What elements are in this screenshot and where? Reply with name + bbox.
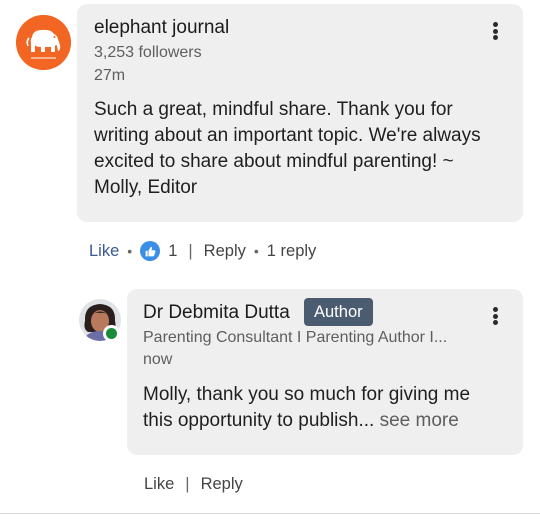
- reply-actions: Like | Reply: [144, 475, 243, 494]
- comment-text-line: Molly, Editor: [94, 177, 198, 198]
- comment-text: Such a great, mindful share. Thank you f…: [94, 97, 481, 201]
- reply-timestamp: now: [143, 351, 173, 368]
- reply-more-options-icon[interactable]: [485, 303, 505, 329]
- online-status-indicator: [103, 325, 120, 342]
- separator-dot: •: [127, 243, 133, 259]
- separator-dot: •: [253, 243, 259, 259]
- reply-text: Molly, thank you so much for giving me t…: [143, 382, 470, 434]
- comment-text-line: excited to share about mindful parenting…: [94, 151, 454, 172]
- comment-text-line: Such a great, mindful share. Thank you f…: [94, 99, 453, 120]
- author-badge: Author: [304, 298, 373, 326]
- reply-text-line-with-more: this opportunity to publish... see more: [143, 408, 470, 434]
- reply-author-name[interactable]: Dr Debmita Dutta: [143, 302, 290, 324]
- comment-like-button[interactable]: Like: [89, 242, 119, 261]
- separator-bar: |: [188, 241, 193, 260]
- reply-text-line: Molly, thank you so much for giving me: [143, 384, 471, 405]
- thumbs-up-reaction-icon[interactable]: [140, 241, 161, 261]
- elephant-journal-avatar[interactable]: [16, 15, 71, 70]
- reaction-count[interactable]: 1: [168, 242, 177, 261]
- comment-more-options-icon[interactable]: [485, 18, 505, 44]
- see-more-link[interactable]: see more: [380, 410, 459, 431]
- reply-text-line: this opportunity to publish...: [143, 410, 375, 431]
- replies-count-link[interactable]: 1 reply: [267, 242, 317, 261]
- separator-bar: |: [185, 475, 190, 493]
- divider: [0, 513, 540, 514]
- comment-timestamp: 27m: [94, 67, 126, 84]
- comment-actions: Like • 1 | Reply • 1 reply: [89, 241, 316, 261]
- reply-author-headline: Parenting Consultant I Parenting Author …: [143, 329, 448, 346]
- comment-text-line: writing about an important topic. We're …: [94, 125, 481, 146]
- comment-author-followers: 3,253 followers: [94, 44, 202, 61]
- reply-reply-button[interactable]: Reply: [201, 475, 243, 494]
- reply-like-button[interactable]: Like: [144, 475, 174, 494]
- comment-author-name[interactable]: elephant journal: [94, 17, 229, 39]
- elephant-logo-icon: [16, 15, 71, 70]
- comment-reply-button[interactable]: Reply: [204, 242, 246, 261]
